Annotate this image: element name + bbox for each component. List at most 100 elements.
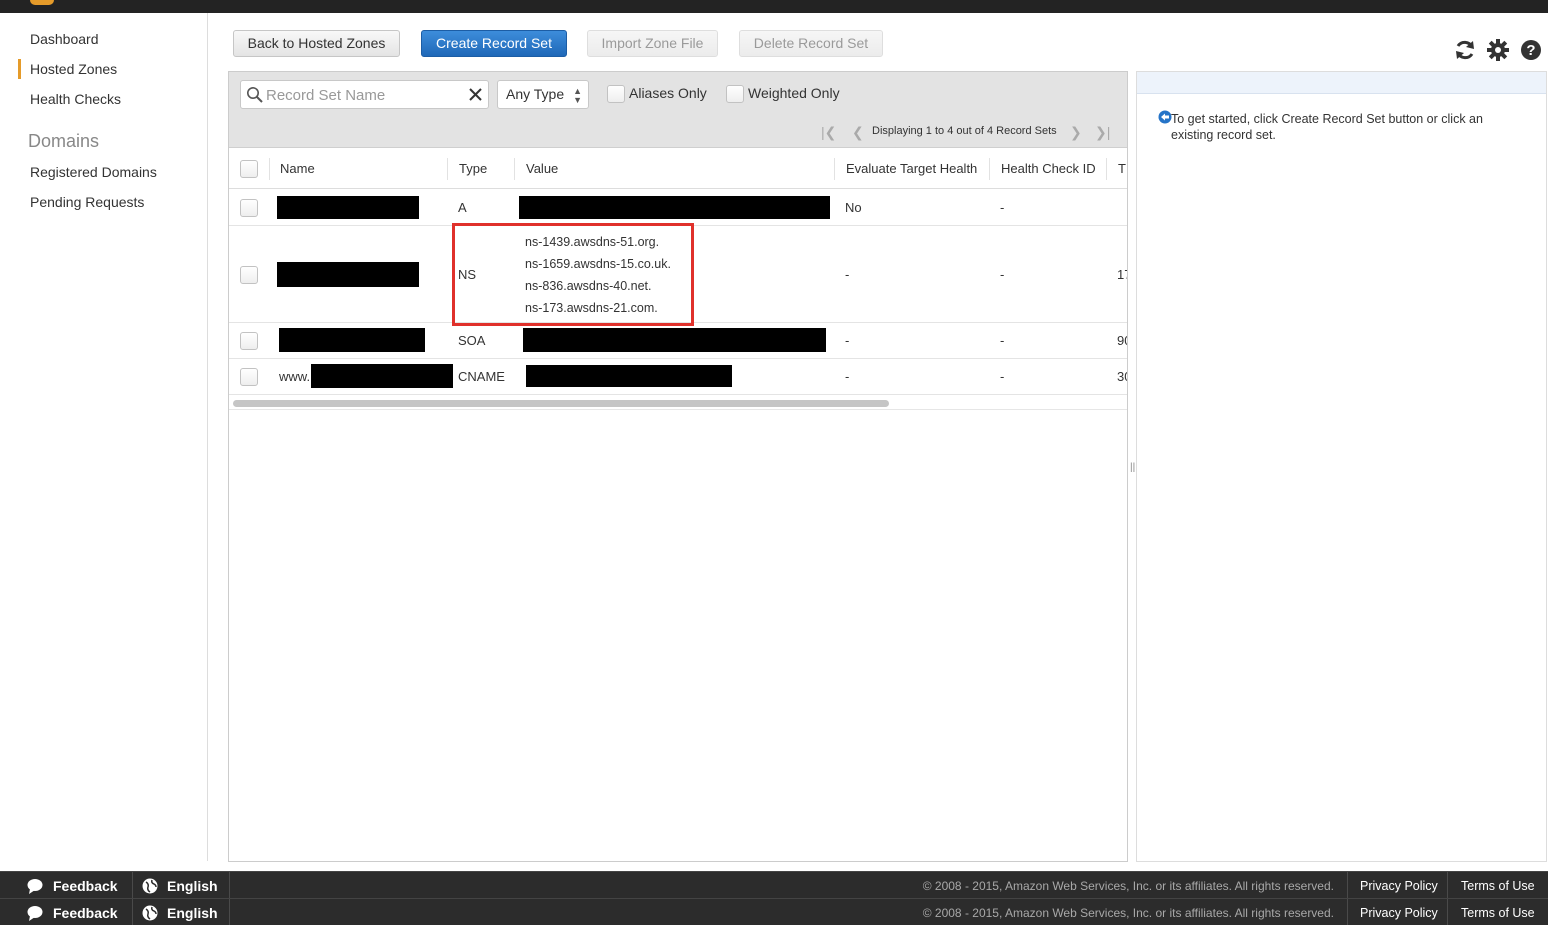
record-sets-panel: Record Set Name Any Type ▲ ▼ Aliases Only… — [228, 71, 1128, 862]
filter-bar: Record Set Name Any Type ▲ ▼ Aliases Only… — [229, 72, 1127, 148]
gear-icon[interactable] — [1486, 38, 1510, 62]
select-arrows-icon: ▲ ▼ — [573, 86, 582, 105]
select-all-checkbox[interactable] — [240, 160, 258, 178]
row-checkbox[interactable] — [240, 199, 258, 217]
copyright-text: © 2008 - 2015, Amazon Web Services, Inc.… — [922, 879, 1334, 893]
health-check-id: - — [1000, 333, 1005, 348]
privacy-policy-link[interactable]: Privacy Policy — [1360, 906, 1438, 920]
feedback-bubble-icon — [27, 879, 43, 894]
first-page-icon[interactable]: |❮ — [821, 124, 836, 141]
ttl-value: 90 — [1117, 333, 1127, 348]
panel-splitter-handle[interactable]: || — [1130, 462, 1135, 473]
create-record-set-button[interactable]: Create Record Set — [421, 30, 567, 57]
footer-separator — [1347, 872, 1348, 899]
column-header-ttl[interactable]: T — [1118, 161, 1126, 176]
sidebar-item-hosted-zones[interactable]: Hosted Zones — [17, 59, 117, 79]
sidebar-heading-domains: Domains — [28, 131, 100, 151]
language-selector[interactable]: English — [167, 878, 218, 894]
record-type: A — [458, 200, 467, 215]
column-separator — [1106, 158, 1107, 180]
column-separator — [834, 158, 835, 180]
weighted-only-checkbox[interactable] — [726, 85, 744, 103]
column-header-evaluate-target-health[interactable]: Evaluate Target Health — [846, 161, 977, 176]
last-page-icon[interactable]: ❯| — [1095, 124, 1110, 141]
column-header-health-check-id[interactable]: Health Check ID — [1001, 161, 1096, 176]
health-check-id: - — [1000, 369, 1005, 384]
footer-separator — [132, 899, 133, 925]
footer-separator — [1447, 872, 1448, 899]
help-icon[interactable]: ? — [1519, 38, 1543, 62]
footer-separator — [1447, 899, 1448, 925]
sidebar-item-dashboard[interactable]: Dashboard — [30, 31, 99, 47]
health-check-id: - — [1000, 200, 1005, 215]
sidebar-item-registered-domains[interactable]: Registered Domains — [30, 164, 157, 180]
globe-icon — [142, 905, 158, 921]
column-separator — [447, 158, 448, 180]
column-separator — [989, 158, 990, 180]
record-type-select[interactable]: Any Type ▲ ▼ — [497, 80, 589, 109]
table-row[interactable]: SOA - - 90 — [229, 323, 1127, 359]
footer-separator — [132, 872, 133, 899]
redacted-value — [523, 328, 826, 352]
sidebar: Dashboard Hosted Zones Health Checks Dom… — [0, 13, 208, 861]
back-to-hosted-zones-button[interactable]: Back to Hosted Zones — [233, 30, 400, 57]
feedback-link[interactable]: Feedback — [53, 905, 118, 921]
footer-separator — [229, 899, 230, 925]
refresh-icon[interactable] — [1453, 38, 1477, 62]
details-panel-header — [1137, 72, 1546, 94]
globe-icon — [142, 878, 158, 894]
record-type: CNAME — [458, 369, 505, 384]
terms-of-use-link[interactable]: Terms of Use — [1461, 906, 1535, 920]
record-type-value: Any Type — [506, 86, 565, 102]
details-panel: To get started, click Create Record Set … — [1136, 71, 1547, 862]
footer-bar: Feedback English © 2008 - 2015, Amazon W… — [0, 871, 1548, 899]
redacted-name — [277, 262, 419, 287]
column-header-value[interactable]: Value — [526, 161, 558, 176]
pagination-text: Displaying 1 to 4 out of 4 Record Sets — [872, 125, 1057, 137]
getting-started-message: To get started, click Create Record Set … — [1171, 112, 1483, 142]
footer-separator — [1347, 899, 1348, 925]
copyright-text: © 2008 - 2015, Amazon Web Services, Inc.… — [922, 906, 1334, 920]
weighted-only-label: Weighted Only — [748, 85, 840, 101]
health-check-id: - — [1000, 267, 1005, 282]
import-zone-file-button[interactable]: Import Zone File — [587, 30, 718, 57]
table-row[interactable]: A No - — [229, 190, 1127, 226]
ttl-value: 30 — [1117, 369, 1127, 384]
evaluate-target-health: - — [845, 267, 850, 282]
row-checkbox[interactable] — [240, 266, 258, 284]
delete-record-set-button[interactable]: Delete Record Set — [739, 30, 883, 57]
privacy-policy-link[interactable]: Privacy Policy — [1360, 879, 1438, 893]
column-separator — [269, 158, 270, 180]
feedback-link[interactable]: Feedback — [53, 878, 118, 894]
footer-bar: Feedback English © 2008 - 2015, Amazon W… — [0, 898, 1548, 925]
footer-separator — [229, 872, 230, 899]
evaluate-target-health: No — [845, 200, 862, 215]
column-header-name[interactable]: Name — [280, 161, 315, 176]
next-page-icon[interactable]: ❯ — [1070, 124, 1082, 141]
record-type: SOA — [458, 333, 486, 348]
aliases-only-checkbox[interactable] — [607, 85, 625, 103]
search-icon — [247, 87, 263, 103]
sidebar-item-pending-requests[interactable]: Pending Requests — [30, 194, 144, 210]
terms-of-use-link[interactable]: Terms of Use — [1461, 879, 1535, 893]
top-bar — [0, 0, 1548, 13]
column-separator — [514, 158, 515, 180]
horizontal-scrollbar-thumb[interactable] — [233, 400, 889, 407]
record-set-search-input[interactable]: Record Set Name — [240, 80, 489, 109]
redacted-value — [526, 365, 732, 387]
aws-logo-icon[interactable] — [30, 0, 54, 5]
feedback-bubble-icon — [27, 906, 43, 921]
sidebar-item-health-checks[interactable]: Health Checks — [30, 91, 121, 107]
highlight-box — [452, 223, 694, 326]
row-checkbox[interactable] — [240, 368, 258, 386]
column-header-type[interactable]: Type — [459, 161, 487, 176]
redacted-name — [311, 364, 453, 388]
prev-page-icon[interactable]: ❮ — [852, 124, 864, 141]
clear-search-icon[interactable] — [468, 87, 483, 102]
evaluate-target-health: - — [845, 333, 850, 348]
evaluate-target-health: - — [845, 369, 850, 384]
svg-text:?: ? — [1526, 42, 1535, 59]
table-row[interactable]: www. CNAME - - 30 — [229, 359, 1127, 395]
row-checkbox[interactable] — [240, 332, 258, 350]
language-selector[interactable]: English — [167, 905, 218, 921]
